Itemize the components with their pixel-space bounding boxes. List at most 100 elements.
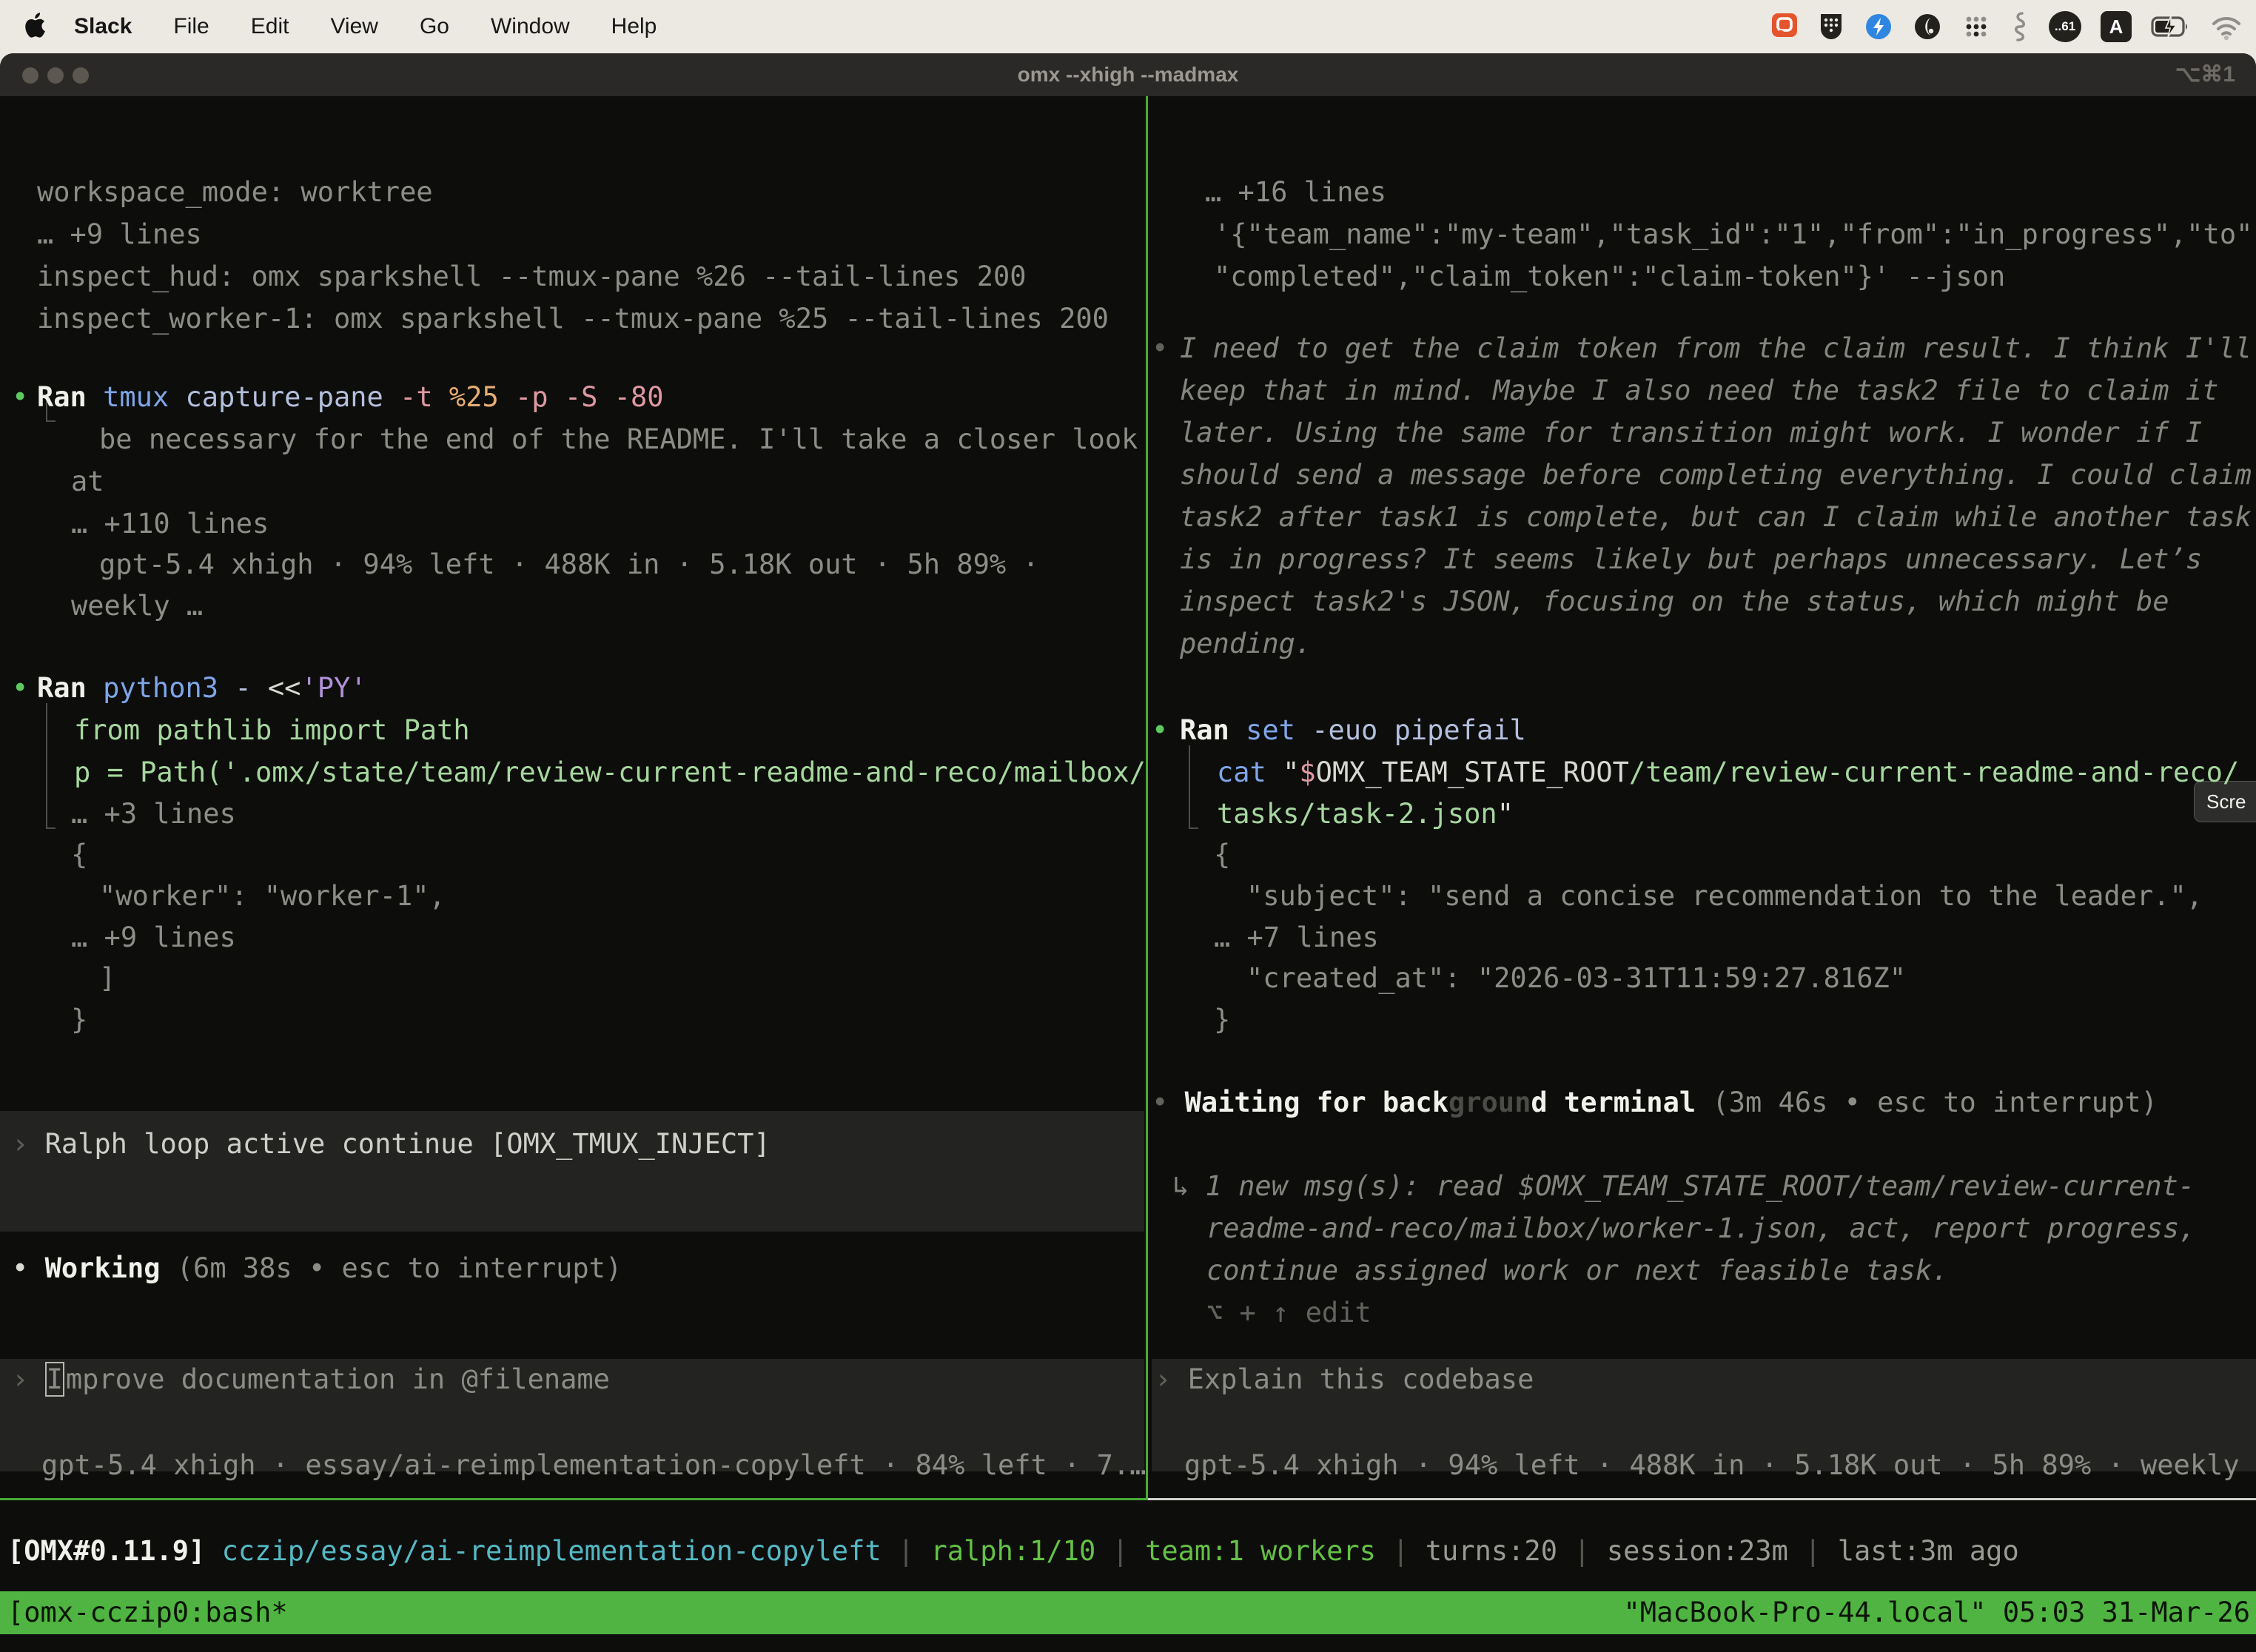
text-segment: | — [1376, 1535, 1426, 1567]
tmux-status-bar: [omx-cczip0:bash* "MacBook-Pro-44.local"… — [0, 1591, 2256, 1634]
terminal-line: ] — [99, 958, 115, 999]
terminal-line: "created_at": "2026-03-31T11:59:27.816Z" — [1246, 958, 1906, 999]
screen-tooltip-label: Scre — [2206, 790, 2246, 813]
input-source-label: A — [2109, 16, 2124, 38]
terminal-line: • — [1152, 328, 1168, 369]
crescent-icon[interactable] — [1913, 12, 1942, 41]
text-segment: … +110 lines — [71, 508, 269, 540]
omx-hud-line: [OMX#0.11.9] cczip/essay/ai-reimplementa… — [7, 1531, 2019, 1572]
timer-badge-icon[interactable]: ..61 — [2049, 11, 2081, 42]
text-segment: (6m 38s • esc to interrupt) — [177, 1252, 622, 1284]
text-segment: gpt-5.4 xhigh · 94% left · 488K in · 5.1… — [99, 548, 1039, 580]
text-segment: readme-and-reco/mailbox/worker-1.json, a… — [1206, 1212, 2196, 1244]
terminal-line: inspect_worker-1: omx sparkshell --tmux-… — [37, 298, 1109, 340]
text-segment: keep that in mind. Maybe I also need the… — [1180, 375, 2218, 406]
text-segment: … +9 lines — [37, 218, 202, 250]
terminal-line: cat "$OMX_TEAM_STATE_ROOT/team/review-cu… — [1217, 752, 2239, 793]
menu-item-window[interactable]: Window — [470, 14, 591, 39]
text-segment: • — [1152, 714, 1168, 746]
terminal-line: p = Path('.omx/state/team/review-current… — [74, 752, 1146, 793]
text-segment: • — [1152, 1087, 1185, 1118]
text-segment: | — [1557, 1535, 1607, 1567]
text-segment: session:23m — [1607, 1535, 1788, 1567]
text-segment: groun — [1448, 1087, 1531, 1118]
menu-item-go[interactable]: Go — [399, 14, 470, 39]
terminal-line: should send a message before completing … — [1180, 454, 2252, 496]
keypad-shield-icon[interactable] — [1818, 11, 1844, 42]
terminal-line: … +7 lines — [1214, 917, 1379, 958]
window-title-bar[interactable]: omx --xhigh --madmax ⌥⌘1 — [0, 53, 2256, 97]
text-segment: { — [71, 839, 87, 870]
apple-menu-icon[interactable] — [25, 12, 49, 42]
menu-item-view[interactable]: View — [309, 14, 398, 39]
text-segment: '{"team_name":"my-team","task_id":"1","f… — [1214, 218, 2256, 250]
text-segment: mprove documentation in @filename — [66, 1363, 610, 1395]
terminal-line: } — [71, 999, 87, 1041]
tmux-session-label: [omx-cczip0:bash* — [7, 1591, 288, 1634]
text-segment: "created_at": "2026-03-31T11:59:27.816Z" — [1246, 962, 1906, 994]
text-segment: • — [1152, 332, 1168, 364]
text-segment: gpt-5.4 xhigh · 94% left · 488K in · 5.1… — [1184, 1449, 2256, 1481]
left-prompt-line: › Improve documentation in @filename — [12, 1359, 610, 1400]
text-segment: %25 — [449, 381, 515, 413]
terminal-line: } — [1214, 999, 1230, 1041]
battery-icon[interactable] — [2151, 12, 2191, 41]
activity-badge-icon[interactable] — [1864, 12, 1893, 41]
text-segment: › — [12, 1128, 45, 1160]
text-segment: | — [882, 1535, 931, 1567]
terminal-line: { — [71, 834, 87, 876]
text-segment: [OMX#0.11.9] — [7, 1535, 222, 1567]
terminal-line: I need to get the claim token from the c… — [1180, 328, 2252, 369]
terminal-line: inspect_hud: omx sparkshell --tmux-pane … — [37, 256, 1027, 298]
terminal-line: weekly … — [71, 585, 203, 627]
text-segment: Working — [45, 1252, 177, 1284]
terminal-line: be necessary for the end of the README. … — [99, 419, 1138, 460]
terminal-line: inspect task2's JSON, focusing on the st… — [1180, 581, 2169, 622]
timer-badge-label: ..61 — [2055, 19, 2075, 34]
menu-item-edit[interactable]: Edit — [230, 14, 310, 39]
text-segment: … +7 lines — [1214, 921, 1379, 953]
text-segment: gpt-5.4 xhigh · essay/ai-reimplementatio… — [41, 1449, 1146, 1481]
terminal-line: • — [12, 668, 28, 709]
dots-grid-icon[interactable] — [1961, 12, 1991, 41]
text-segment: is in progress? It seems likely but perh… — [1180, 543, 2202, 575]
text-segment: /team/review-current-readme-and-reco/ — [1629, 756, 2239, 788]
waiting-status: • Waiting for background terminal (3m 46… — [1152, 1082, 2158, 1124]
terminal-line: … +16 lines — [1205, 172, 1386, 213]
wifi-icon[interactable] — [2210, 12, 2243, 41]
indent-guide — [46, 420, 56, 422]
text-segment: { — [1214, 839, 1230, 870]
terminal-line: pending. — [1180, 623, 1312, 665]
text-segment: from pathlib import Path — [74, 714, 470, 746]
input-source-icon[interactable]: A — [2101, 11, 2132, 42]
squiggle-icon[interactable] — [2010, 10, 2030, 43]
terminal-line: workspace_mode: worktree — [37, 172, 433, 213]
pane-border-bottom-right — [1148, 1498, 2256, 1500]
text-segment: } — [71, 1004, 87, 1035]
text-segment: inspect_hud: omx sparkshell --tmux-pane … — [37, 261, 1027, 292]
screen: Slack File Edit View Go Window Help — [0, 0, 2256, 1652]
terminal-line: "subject": "send a concise recommendatio… — [1246, 876, 2203, 917]
terminal-line: from pathlib import Path — [74, 710, 470, 751]
menu-app-name[interactable]: Slack — [53, 14, 152, 39]
text-segment: -t — [400, 381, 449, 413]
right-prompt-line: › Explain this codebase — [1155, 1359, 1534, 1400]
terminal-content[interactable]: Scre workspace_mode: worktree … +9 lines i… — [0, 96, 2256, 1652]
text-segment: Explain this codebase — [1188, 1363, 1534, 1395]
text-segment: Ran — [1180, 714, 1246, 746]
text-segment: continue assigned work or next feasible … — [1206, 1255, 1948, 1286]
terminal-line: '{"team_name":"my-team","task_id":"1","f… — [1214, 214, 2256, 255]
indent-guide — [46, 827, 56, 829]
text-segment: 'PY' — [301, 672, 366, 704]
terminal-line: … +9 lines — [37, 214, 202, 255]
terminal-line: "completed","claim_token":"claim-token"}… — [1214, 256, 2005, 298]
text-segment: | — [1788, 1535, 1838, 1567]
terminal-line: … +3 lines — [71, 793, 236, 835]
right-status-line: gpt-5.4 xhigh · 94% left · 488K in · 5.1… — [1184, 1445, 2256, 1486]
menu-item-help[interactable]: Help — [591, 14, 678, 39]
chat-notification-icon[interactable] — [1770, 12, 1799, 41]
menu-item-file[interactable]: File — [152, 14, 229, 39]
terminal-line: { — [1214, 834, 1230, 876]
text-segment: should send a message before completing … — [1180, 459, 2252, 491]
text-segment: last:3m ago — [1838, 1535, 2019, 1567]
